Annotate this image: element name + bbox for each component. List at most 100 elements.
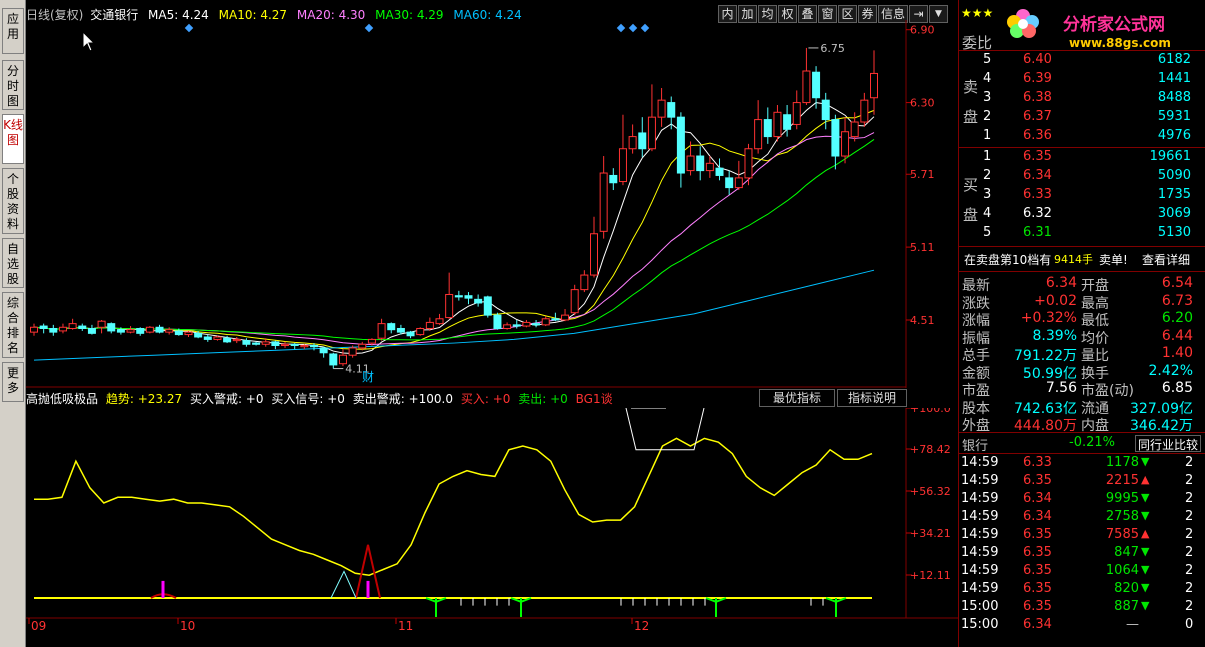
- candle-up[interactable]: [580, 270, 589, 293]
- candle-up[interactable]: [734, 160, 743, 191]
- tab-ranking[interactable]: 综合排名: [2, 292, 24, 358]
- candle-down[interactable]: [493, 312, 502, 330]
- candle-down[interactable]: [831, 114, 840, 170]
- info-mine-icon[interactable]: [640, 23, 650, 33]
- candle-up[interactable]: [445, 272, 454, 319]
- candle-down[interactable]: [136, 327, 145, 336]
- candle-down[interactable]: [532, 319, 541, 328]
- candle-up[interactable]: [744, 143, 753, 186]
- buy-order-row[interactable]: 1 6.35 19661: [959, 149, 1199, 167]
- candle-down[interactable]: [290, 343, 299, 350]
- candle-up[interactable]: [802, 47, 811, 106]
- candle-down[interactable]: [252, 341, 261, 346]
- candle-down[interactable]: [271, 340, 280, 350]
- candle-up[interactable]: [58, 323, 67, 334]
- candle-up[interactable]: [590, 216, 598, 278]
- kline-chart[interactable]: 6.90 6.30 5.71 5.11 4.51 6.754.11财: [26, 20, 958, 388]
- tab-kline[interactable]: K线图: [2, 114, 24, 164]
- candle-up[interactable]: [503, 322, 512, 330]
- candle-down[interactable]: [715, 158, 724, 181]
- candle-down[interactable]: [725, 170, 734, 195]
- candle-down[interactable]: [203, 334, 212, 342]
- candle-up[interactable]: [628, 124, 637, 154]
- tab-watchlist[interactable]: 自选股: [2, 238, 24, 288]
- indicator-help-button[interactable]: 指标说明: [837, 389, 907, 407]
- candle-up[interactable]: [425, 317, 434, 331]
- candle-up[interactable]: [30, 323, 38, 336]
- candle-up[interactable]: [541, 316, 550, 327]
- candle-up[interactable]: [232, 336, 241, 344]
- buy-order-row[interactable]: 2 6.34 5090: [959, 168, 1199, 186]
- candle-down[interactable]: [474, 294, 483, 307]
- sell-order-row[interactable]: 3 6.38 8488: [959, 90, 1199, 108]
- buy-order-row[interactable]: 4 6.32 3069: [959, 206, 1199, 224]
- indicator-chart[interactable]: +100.0 +78.42 +56.32 +34.21 +12.11 09 10 11 12: [26, 408, 958, 647]
- candle-up[interactable]: [300, 344, 309, 350]
- tab-more[interactable]: 更多: [2, 362, 24, 402]
- candle-down[interactable]: [609, 168, 618, 191]
- candle-up[interactable]: [416, 327, 425, 336]
- candle-down[interactable]: [763, 107, 772, 144]
- industry-compare-button[interactable]: 同行业比较: [1135, 435, 1202, 452]
- candle-up[interactable]: [841, 117, 850, 164]
- buy-order-row[interactable]: 3 6.33 1735: [959, 187, 1199, 205]
- candle-up[interactable]: [68, 318, 77, 330]
- sell-order-row[interactable]: 2 6.37 5931: [959, 109, 1199, 127]
- candle-down[interactable]: [49, 324, 58, 336]
- candle-up[interactable]: [792, 90, 801, 130]
- tab-stock-info[interactable]: 个股资料: [2, 168, 24, 234]
- candle-down[interactable]: [551, 312, 560, 322]
- tab-apps[interactable]: 应用: [2, 8, 24, 54]
- industry-name[interactable]: 银行: [962, 435, 988, 454]
- indicator-name[interactable]: 高抛低吸极品: [26, 392, 98, 406]
- info-mine-icon[interactable]: [364, 23, 374, 33]
- candle-down[interactable]: [667, 96, 676, 130]
- candle-down[interactable]: [696, 146, 705, 181]
- candle-up[interactable]: [561, 309, 570, 322]
- candle-down[interactable]: [812, 66, 821, 109]
- info-mine-icon[interactable]: [628, 23, 638, 33]
- candle-down[interactable]: [464, 292, 473, 305]
- best-indicator-button[interactable]: 最优指标: [759, 389, 835, 407]
- candle-up[interactable]: [618, 114, 627, 186]
- candle-up[interactable]: [145, 326, 154, 334]
- candle-down[interactable]: [39, 323, 48, 334]
- candle-down[interactable]: [107, 322, 116, 334]
- candle-up[interactable]: [686, 141, 695, 176]
- candle-up[interactable]: [281, 341, 290, 348]
- sell-order-row[interactable]: 4 6.39 1441: [959, 71, 1199, 89]
- candle-up[interactable]: [184, 330, 193, 337]
- candle-up[interactable]: [165, 327, 174, 335]
- candle-up[interactable]: [860, 92, 869, 127]
- buy-order-row[interactable]: 5 6.31 5130: [959, 225, 1199, 243]
- candle-up[interactable]: [657, 88, 666, 127]
- candle-up[interactable]: [870, 50, 878, 115]
- candle-up[interactable]: [435, 313, 444, 325]
- candle-up[interactable]: [773, 105, 782, 142]
- info-mine-icon[interactable]: [616, 23, 626, 33]
- candle-down[interactable]: [329, 352, 338, 369]
- candle-down[interactable]: [483, 295, 492, 318]
- candle-down[interactable]: [319, 346, 328, 358]
- candle-up[interactable]: [570, 284, 579, 316]
- info-mine-icon[interactable]: [184, 23, 194, 33]
- candle-down[interactable]: [406, 330, 415, 339]
- candle-up[interactable]: [126, 326, 135, 334]
- candle-down[interactable]: [454, 290, 463, 301]
- candle-up[interactable]: [522, 319, 531, 328]
- candle-down[interactable]: [387, 322, 396, 334]
- sell-order-row[interactable]: 5 6.40 6182: [959, 52, 1199, 70]
- candle-down[interactable]: [676, 112, 685, 188]
- candle-up[interactable]: [213, 335, 222, 341]
- candle-down[interactable]: [87, 324, 96, 335]
- candle-up[interactable]: [754, 100, 763, 154]
- candle-up[interactable]: [377, 318, 386, 341]
- candle-down[interactable]: [638, 117, 647, 158]
- candle-down[interactable]: [155, 324, 164, 334]
- candle-up[interactable]: [647, 84, 656, 152]
- candle-down[interactable]: [242, 338, 251, 347]
- view-detail-link[interactable]: 查看详细: [1142, 251, 1190, 268]
- candle-up[interactable]: [599, 156, 608, 239]
- sell-order-row[interactable]: 1 6.36 4976: [959, 128, 1199, 146]
- candle-down[interactable]: [78, 323, 87, 331]
